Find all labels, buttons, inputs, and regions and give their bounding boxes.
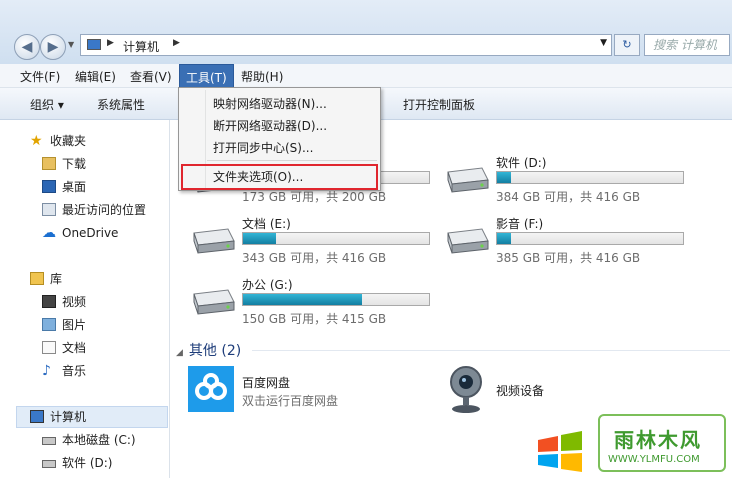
star-icon: ★ [30, 133, 43, 149]
hard-drive-icon [42, 460, 56, 468]
music-note-icon: ♪ [42, 363, 51, 379]
capacity-bar [242, 232, 430, 245]
breadcrumb-computer[interactable]: 计算机 [123, 38, 159, 55]
sidebar-label: 最近访问的位置 [62, 203, 147, 217]
group-divider [252, 350, 730, 351]
back-button[interactable]: ◀ [14, 34, 40, 60]
capacity-bar [496, 171, 684, 184]
refresh-icon: ↻ [622, 38, 632, 51]
sidebar-label: 计算机 [50, 410, 87, 424]
menu-item-map-network-drive[interactable]: 映射网络驱动器(N)... [213, 95, 327, 112]
drive-free-space: 384 GB 可用，共 416 GB [496, 190, 641, 204]
desktop-icon [42, 180, 56, 193]
sidebar-label: 收藏夹 [50, 134, 87, 148]
drive-free-space: 150 GB 可用，共 415 GB [242, 312, 387, 326]
document-icon [42, 341, 56, 354]
item-description: 双击运行百度网盘 [242, 394, 339, 408]
recent-places-icon [42, 203, 56, 216]
drive-tile[interactable]: 文档 (E:) 343 GB 可用，共 416 GB [188, 215, 448, 273]
menu-edit[interactable]: 编辑(E) [75, 68, 116, 85]
sidebar-label: 音乐 [62, 364, 87, 378]
collapse-triangle-icon[interactable]: ◢ [176, 348, 183, 358]
address-history-chevron-icon[interactable]: ▼ [600, 38, 607, 48]
group-header-other[interactable]: ◢ 其他 (2) [176, 340, 241, 360]
drive-free-space: 343 GB 可用，共 416 GB [242, 251, 387, 265]
picture-icon [42, 318, 56, 331]
film-icon [42, 295, 56, 308]
hard-drive-icon [447, 228, 489, 254]
baidu-cloud-icon [188, 366, 234, 412]
recent-pages-chevron-icon[interactable]: ▼ [68, 40, 74, 49]
cloud-icon: ☁ [42, 225, 56, 241]
item-name: 百度网盘 [242, 376, 291, 390]
webcam-icon [450, 366, 482, 413]
address-bar[interactable]: ▶ 计算机 ▶ ▼ [80, 34, 612, 56]
sidebar-label: 图片 [62, 318, 87, 332]
drive-tile[interactable]: 影音 (F:) 385 GB 可用，共 416 GB [442, 215, 702, 273]
capacity-bar-fill [497, 233, 511, 244]
sidebar-label: 桌面 [62, 180, 87, 194]
watermark-url: WWW.YLMFU.COM [608, 454, 700, 465]
sidebar-label: 下载 [62, 157, 87, 171]
refresh-button[interactable]: ↻ [614, 34, 640, 56]
menu-bar: 文件(F) 编辑(E) 查看(V) 工具(T) 帮助(H) [0, 64, 732, 88]
group-title: 其他 (2) [188, 343, 242, 359]
capacity-bar [496, 232, 684, 245]
watermark-logo: 雨林木风 WWW.YLMFU.COM [598, 414, 726, 472]
capacity-bar [242, 293, 430, 306]
navigation-pane: ★ 收藏夹 下载 桌面 最近访问的位置 ☁ OneDrive 库 视频 图片 文… [0, 120, 170, 478]
sidebar-label: 文档 [62, 341, 87, 355]
sidebar-label: 本地磁盘 (C:) [62, 433, 136, 447]
computer-icon [87, 39, 101, 50]
hard-drive-icon [193, 228, 235, 254]
drive-free-space: 385 GB 可用，共 416 GB [496, 251, 641, 265]
open-control-panel-button[interactable]: 打开控制面板 [403, 96, 475, 113]
system-properties-button[interactable]: 系统属性 [97, 96, 145, 113]
forward-arrow-icon: ▶ [47, 39, 59, 55]
drive-name: 影音 (F:) [496, 217, 544, 231]
sidebar-label: 视频 [62, 295, 87, 309]
menu-item-open-sync-center[interactable]: 打开同步中心(S)... [213, 139, 313, 156]
item-name: 视频设备 [496, 384, 545, 398]
back-arrow-icon: ◀ [21, 39, 33, 55]
sidebar-label: OneDrive [62, 226, 119, 240]
menu-tools[interactable]: 工具(T) [179, 64, 234, 88]
menu-file[interactable]: 文件(F) [20, 68, 60, 85]
drive-tile[interactable]: 软件 (D:) 384 GB 可用，共 416 GB [442, 154, 702, 212]
search-input[interactable]: 搜索 计算机 [644, 34, 730, 56]
download-folder-icon [42, 157, 56, 170]
sidebar-label: 库 [50, 272, 63, 286]
menu-item-disconnect-network-drive[interactable]: 断开网络驱动器(D)... [213, 117, 327, 134]
drive-name: 办公 (G:) [242, 278, 293, 292]
organize-button[interactable]: 组织 ▾ [30, 96, 64, 113]
forward-button[interactable]: ▶ [40, 34, 66, 60]
hard-drive-icon [447, 167, 489, 193]
computer-icon [30, 410, 44, 423]
menu-help[interactable]: 帮助(H) [241, 68, 283, 85]
capacity-bar-fill [497, 172, 512, 183]
hard-drive-icon [42, 437, 56, 445]
drive-tile[interactable]: 办公 (G:) 150 GB 可用，共 415 GB [188, 276, 448, 334]
title-bar: ◀ ▶ ▼ ▶ 计算机 ▶ ▼ ↻ 搜索 计算机 [0, 0, 732, 64]
breadcrumb-chevron-icon[interactable]: ▶ [107, 38, 114, 48]
drive-name: 软件 (D:) [496, 156, 547, 170]
breadcrumb-chevron-icon[interactable]: ▶ [173, 38, 180, 48]
menu-separator [207, 160, 377, 161]
capacity-bar-fill [243, 294, 363, 305]
drive-name: 文档 (E:) [242, 217, 291, 231]
windows-logo-icon [538, 431, 582, 472]
folder-options-highlight-box [181, 164, 378, 190]
capacity-bar-fill [243, 233, 276, 244]
library-icon [30, 272, 44, 285]
hard-drive-icon [193, 289, 235, 315]
watermark-brand: 雨林木风 [614, 428, 702, 452]
menu-view[interactable]: 查看(V) [130, 68, 172, 85]
sidebar-label: 软件 (D:) [62, 456, 113, 470]
